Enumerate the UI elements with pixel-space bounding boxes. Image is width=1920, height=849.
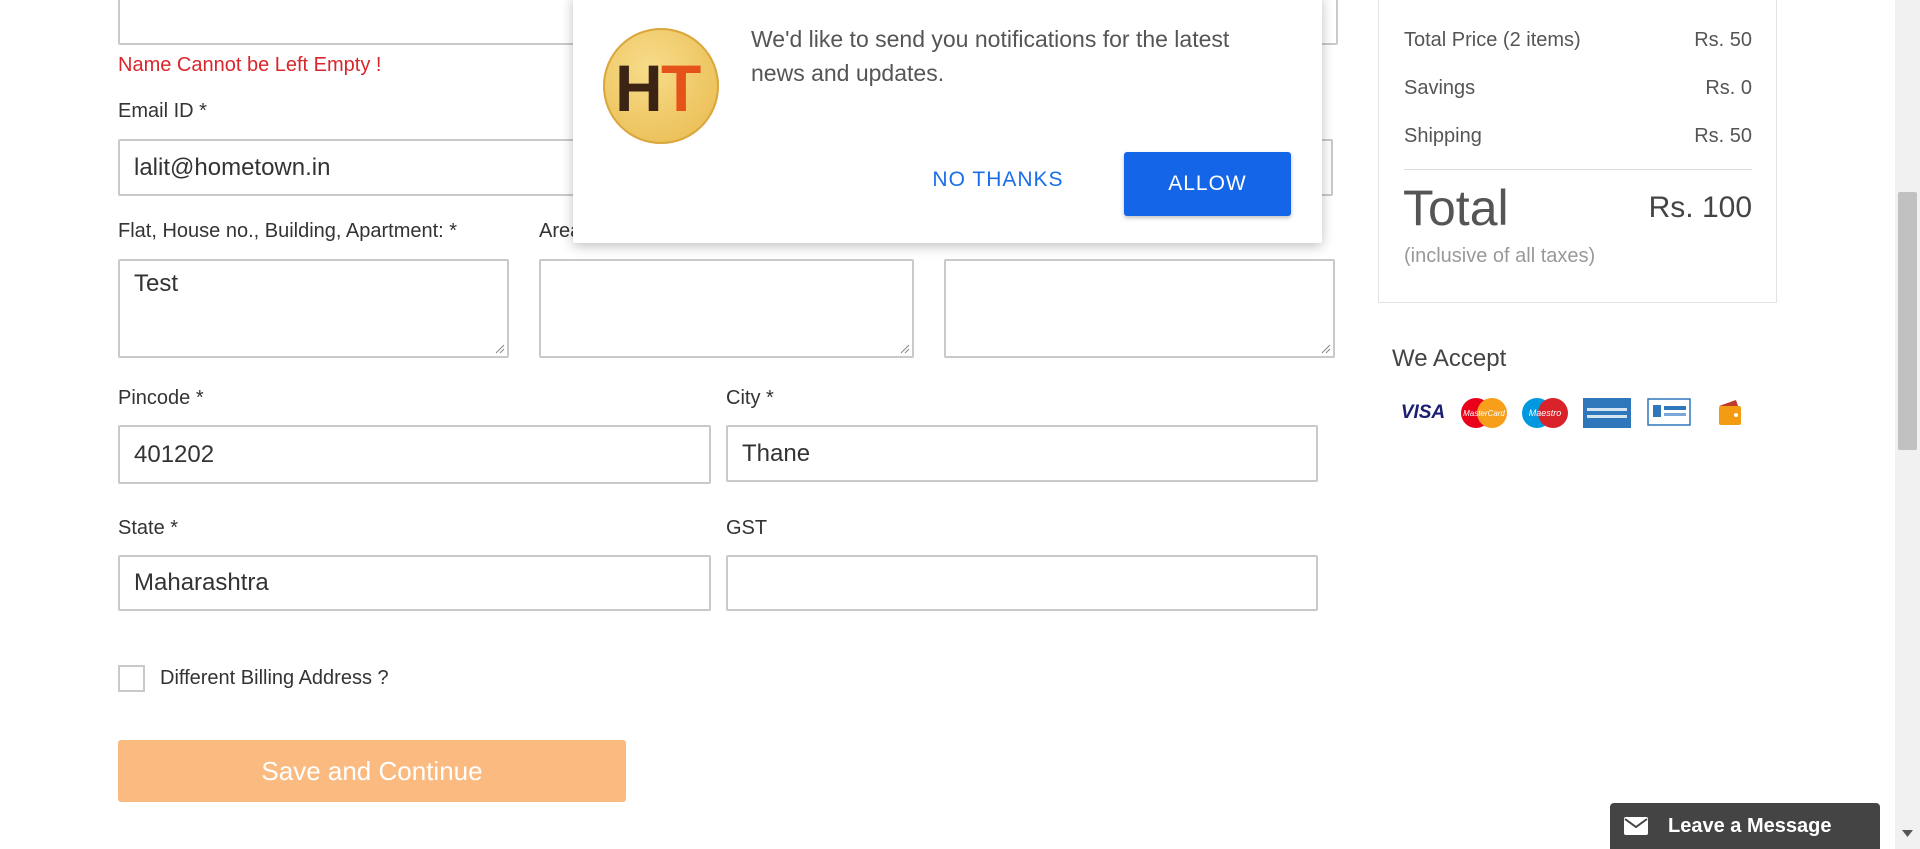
allow-button[interactable]: ALLOW bbox=[1124, 152, 1291, 216]
svg-text:Maestro: Maestro bbox=[1529, 408, 1562, 418]
notification-popup: H T We'd like to send you notifications … bbox=[573, 0, 1322, 243]
no-thanks-button[interactable]: NO THANKS bbox=[923, 150, 1073, 210]
save-and-continue-button[interactable]: Save and Continue bbox=[118, 740, 626, 802]
state-value: Maharashtra bbox=[134, 569, 269, 596]
city-input[interactable]: Thane bbox=[726, 425, 1318, 482]
notification-message: We'd like to send you notifications for … bbox=[751, 26, 1230, 86]
netbanking-icon bbox=[1647, 398, 1691, 426]
pincode-value: 401202 bbox=[134, 440, 215, 468]
gst-input[interactable] bbox=[726, 555, 1318, 611]
email-value: lalit@hometown.in bbox=[134, 153, 331, 181]
landmark-textarea[interactable] bbox=[944, 259, 1335, 358]
flat-textarea[interactable]: Test bbox=[118, 259, 509, 358]
resize-grip-icon[interactable] bbox=[1321, 344, 1331, 354]
mastercard-icon: MasterCard bbox=[1459, 397, 1509, 429]
shipping-row: Shipping Rs. 50 bbox=[1404, 125, 1752, 148]
total-label: Total bbox=[1403, 180, 1509, 236]
savings-value: Rs. 0 bbox=[1705, 77, 1752, 99]
total-price-row: Total Price (2 items) Rs. 50 bbox=[1404, 29, 1752, 52]
hometown-logo: H T bbox=[603, 28, 719, 144]
order-summary: Total Price (2 items) Rs. 50 Savings Rs.… bbox=[1378, 0, 1777, 303]
different-billing-label: Different Billing Address ? bbox=[160, 667, 389, 689]
area-textarea[interactable] bbox=[539, 259, 914, 358]
amex-icon bbox=[1583, 398, 1631, 428]
state-input[interactable]: Maharashtra bbox=[118, 555, 711, 611]
shipping-label: Shipping bbox=[1404, 125, 1482, 147]
pincode-input[interactable]: 401202 bbox=[118, 425, 711, 484]
different-billing-checkbox[interactable] bbox=[118, 665, 145, 692]
inclusive-note: (inclusive of all taxes) bbox=[1404, 245, 1596, 267]
total-value: Rs. 100 bbox=[1648, 191, 1752, 224]
savings-label: Savings bbox=[1404, 77, 1476, 99]
summary-divider bbox=[1404, 169, 1752, 170]
resize-grip-icon[interactable] bbox=[495, 344, 505, 354]
city-label: City * bbox=[726, 387, 774, 409]
we-accept-title: We Accept bbox=[1392, 345, 1507, 372]
maestro-icon: Maestro bbox=[1520, 397, 1570, 429]
flat-label: Flat, House no., Building, Apartment: * bbox=[118, 220, 458, 242]
state-label: State * bbox=[118, 517, 179, 539]
total-price-label: Total Price (2 items) bbox=[1404, 29, 1581, 51]
gst-label: GST bbox=[726, 517, 768, 539]
scrollbar-thumb[interactable] bbox=[1898, 192, 1917, 450]
pincode-label: Pincode * bbox=[118, 387, 204, 409]
leave-message-label: Leave a Message bbox=[1668, 814, 1832, 837]
svg-text:MasterCard: MasterCard bbox=[1463, 409, 1505, 418]
shipping-value: Rs. 50 bbox=[1694, 125, 1752, 147]
visa-icon: VISA bbox=[1400, 402, 1446, 423]
total-price-value: Rs. 50 bbox=[1694, 29, 1752, 51]
scroll-down-arrow-icon[interactable] bbox=[1902, 830, 1913, 838]
flat-value: Test bbox=[134, 270, 179, 297]
city-value: Thane bbox=[742, 439, 811, 467]
wallet-icon bbox=[1716, 398, 1744, 428]
leave-message-button[interactable]: Leave a Message bbox=[1610, 803, 1880, 849]
name-error-text: Name Cannot be Left Empty ! bbox=[118, 54, 382, 76]
resize-grip-icon[interactable] bbox=[900, 344, 910, 354]
email-label: Email ID * bbox=[118, 100, 207, 122]
envelope-icon bbox=[1624, 817, 1648, 835]
page-scrollbar[interactable] bbox=[1895, 0, 1920, 849]
savings-row: Savings Rs. 0 bbox=[1404, 77, 1752, 100]
